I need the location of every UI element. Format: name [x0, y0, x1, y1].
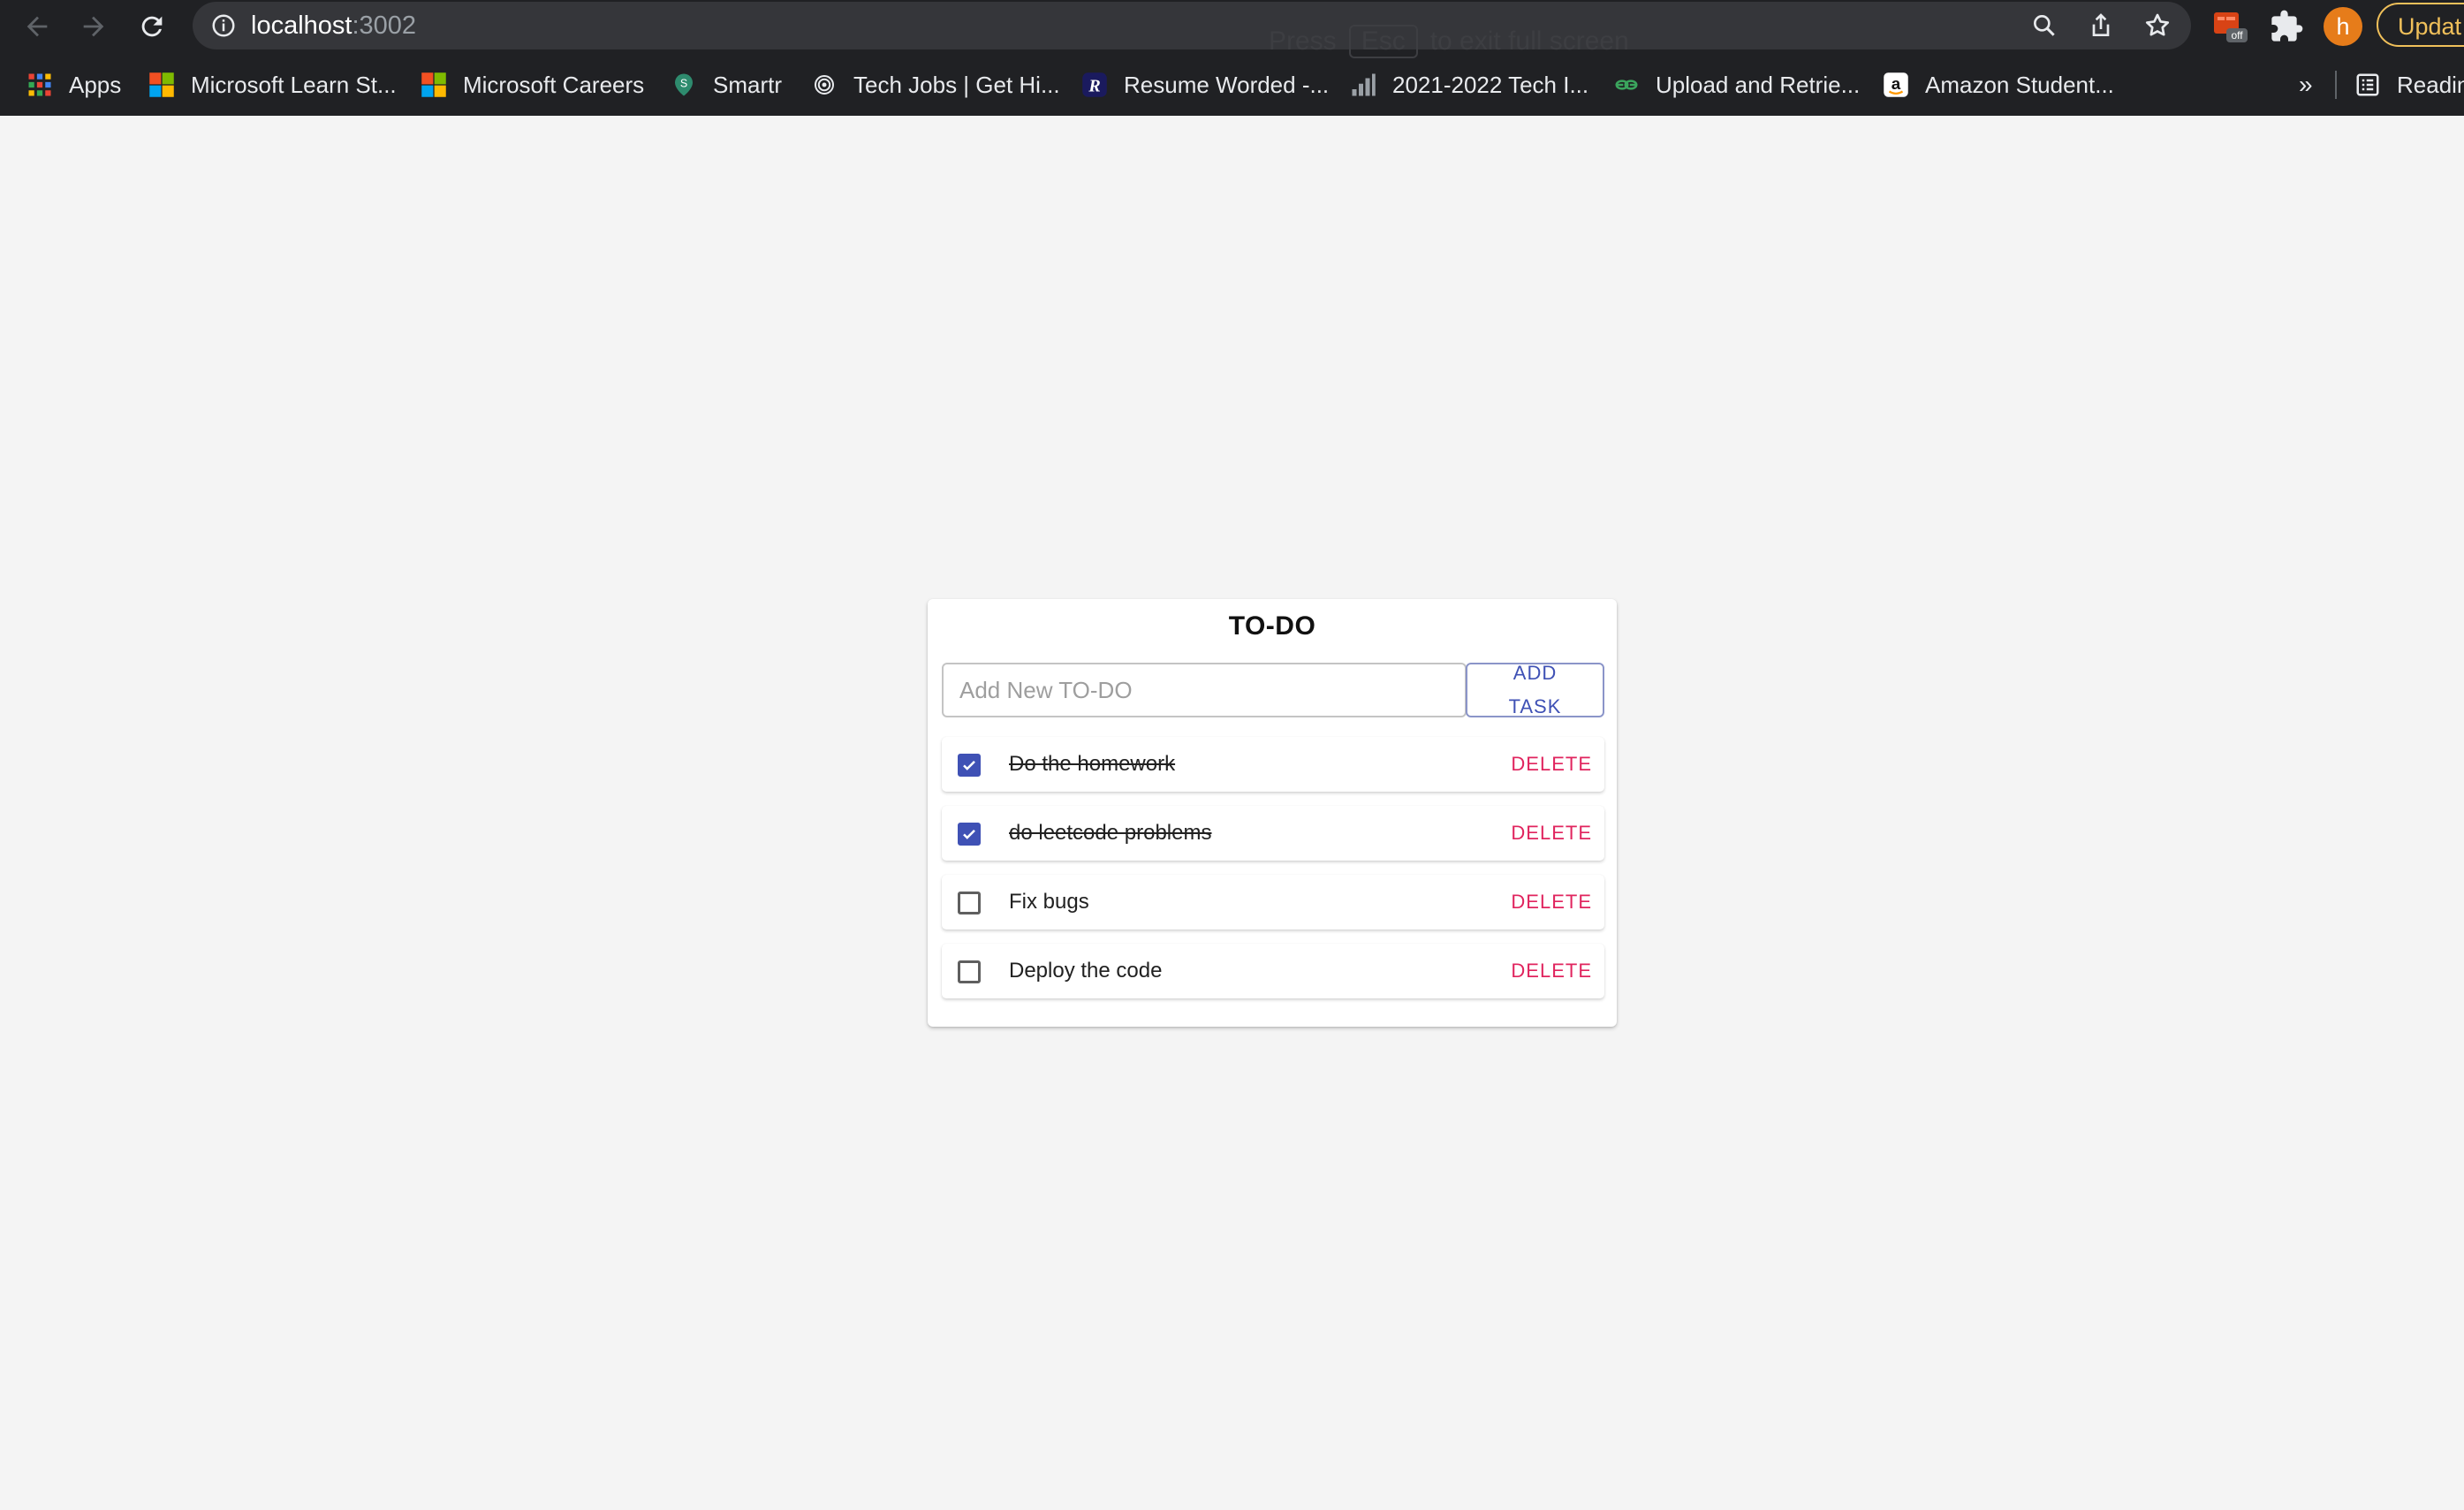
profile-avatar[interactable]: h	[2324, 7, 2362, 46]
extension-badge: off	[2231, 29, 2243, 42]
url-text[interactable]: localhost:3002	[251, 2, 416, 49]
bookmark-label: Amazon Student...	[1925, 71, 2114, 98]
delete-task-button[interactable]: DELETE	[1511, 737, 1592, 792]
bookmark-star-icon[interactable]	[2143, 11, 2172, 40]
bookmark-label: Microsoft Learn St...	[191, 71, 397, 98]
bookmark-label: Microsoft Careers	[463, 71, 645, 98]
bookmarks-divider	[2335, 71, 2337, 99]
bookmark-tech-jobs[interactable]: Tech Jobs | Get Hi...	[811, 55, 1060, 115]
share-icon[interactable]	[2087, 11, 2115, 40]
task-checkbox[interactable]	[958, 892, 981, 914]
bookmark-label: Upload and Retrie...	[1656, 71, 1861, 98]
task-label: Deploy the code	[1009, 959, 1163, 983]
delete-task-button[interactable]: DELETE	[1511, 944, 1592, 998]
todo-card: TO-DO ADD TASK Do the homework DELETE do…	[928, 599, 1617, 1027]
task-checkbox[interactable]	[958, 823, 981, 846]
fullscreen-hint-suffix: to exit full screen	[1429, 27, 1629, 56]
bookmark-label: Apps	[69, 71, 122, 98]
forward-button[interactable]	[72, 5, 115, 48]
bookmark-label: Resume Worded -...	[1124, 71, 1330, 98]
bookmark-label: Smartr	[713, 71, 782, 98]
bookmark-microsoft-learn[interactable]: Microsoft Learn St...	[148, 55, 397, 115]
add-task-button[interactable]: ADD TASK	[1466, 662, 1604, 717]
extension-icon[interactable]: off	[2212, 9, 2248, 44]
smartr-icon: S	[675, 73, 693, 96]
task-item: Do the homework DELETE	[942, 737, 1604, 792]
fingerprint-icon	[815, 75, 834, 95]
task-item: Fix bugs DELETE	[942, 875, 1604, 930]
checkmark-icon	[963, 829, 975, 839]
browser-chrome: localhost:3002 Press Esc to exit full scre…	[0, 0, 2464, 116]
svg-text:a: a	[1892, 74, 1901, 93]
bookmarks-bar: Apps Microsoft Learn St... Microsoft Car…	[0, 55, 2464, 115]
bookmarks-overflow-button[interactable]: »	[2299, 55, 2313, 115]
bookmark-upload-retrieve[interactable]: Upload and Retrie...	[1613, 55, 1860, 115]
new-todo-input[interactable]	[942, 663, 1467, 717]
back-arrow-icon	[27, 16, 48, 37]
forward-arrow-icon	[83, 16, 104, 37]
extension-app-icon: off	[2214, 12, 2248, 42]
svg-text:R: R	[1088, 77, 1100, 96]
apps-grid-icon	[28, 73, 51, 96]
browser-toolbar: localhost:3002 Press Esc to exit full scre…	[0, 0, 2464, 58]
delete-task-button[interactable]: DELETE	[1511, 806, 1592, 861]
chart-icon	[1352, 73, 1376, 96]
bookmark-amazon-student[interactable]: a Amazon Student...	[1883, 55, 2114, 115]
amazon-icon: a	[1884, 72, 1908, 97]
bookmark-smartr[interactable]: S Smartr	[671, 55, 782, 115]
reload-icon	[141, 16, 163, 37]
info-icon[interactable]	[210, 12, 237, 39]
bookmark-label: Tech Jobs | Get Hi...	[853, 71, 1060, 98]
url-port: :3002	[352, 11, 417, 40]
checkmark-icon	[963, 760, 975, 770]
task-label: do leetcode problems	[1009, 821, 1212, 845]
bookmark-microsoft-careers[interactable]: Microsoft Careers	[421, 55, 644, 115]
bookmark-apps[interactable]: Apps	[27, 55, 121, 115]
reading-list-button[interactable]: Readin	[2354, 55, 2464, 115]
microsoft-logo-icon	[149, 72, 174, 97]
task-checkbox[interactable]	[958, 960, 981, 983]
update-button[interactable]: Updat	[2377, 3, 2464, 47]
task-checkbox[interactable]	[958, 754, 981, 777]
bookmark-label: 2021-2022 Tech I...	[1392, 71, 1589, 98]
back-button[interactable]	[16, 5, 58, 48]
address-bar[interactable]: localhost:3002 Press Esc to exit full scre…	[193, 2, 2191, 58]
bookmark-resume-worded[interactable]: R Resume Worded -...	[1081, 55, 1329, 115]
todo-title: TO-DO	[1228, 611, 1316, 641]
reading-list-icon	[2356, 73, 2379, 96]
puzzle-extensions-icon[interactable]	[2269, 9, 2304, 44]
add-task-label: ADD TASK	[1508, 662, 1562, 717]
reading-list-label: Readin	[2397, 71, 2464, 98]
fullscreen-hint-prefix: Press	[1269, 27, 1337, 56]
bookmark-tech-internships[interactable]: 2021-2022 Tech I...	[1350, 55, 1588, 115]
fullscreen-hint: Press Esc to exit full screen	[1269, 25, 1629, 58]
url-host: localhost	[251, 11, 353, 40]
svg-text:S: S	[680, 78, 687, 90]
link-icon	[1615, 80, 1638, 90]
task-item: do leetcode problems DELETE	[942, 806, 1604, 861]
task-item: Deploy the code DELETE	[942, 944, 1604, 998]
reload-button[interactable]	[131, 5, 173, 48]
resume-worded-icon: R	[1082, 72, 1107, 97]
task-label: Do the homework	[1009, 752, 1176, 776]
microsoft-logo-icon	[421, 72, 446, 97]
delete-task-button[interactable]: DELETE	[1511, 875, 1592, 930]
zoom-icon[interactable]	[2030, 11, 2058, 40]
task-label: Fix bugs	[1009, 890, 1089, 914]
fullscreen-hint-key: Esc	[1348, 25, 1418, 58]
